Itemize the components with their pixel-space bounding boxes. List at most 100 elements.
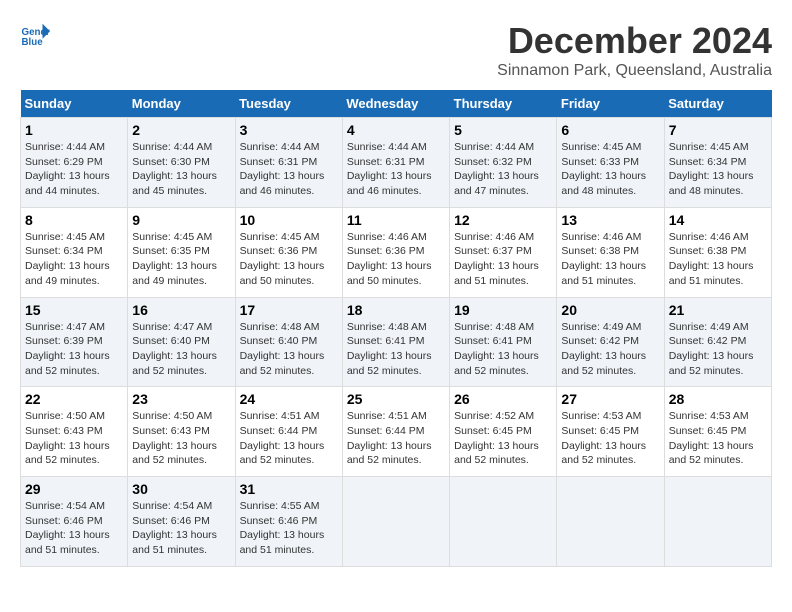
weekday-header-wednesday: Wednesday	[342, 90, 449, 118]
day-info: Sunrise: 4:44 AMSunset: 6:29 PMDaylight:…	[25, 140, 123, 199]
calendar-cell: 25 Sunrise: 4:51 AMSunset: 6:44 PMDaylig…	[342, 387, 449, 477]
calendar-cell: 29 Sunrise: 4:54 AMSunset: 6:46 PMDaylig…	[21, 477, 128, 567]
day-info: Sunrise: 4:47 AMSunset: 6:39 PMDaylight:…	[25, 320, 123, 379]
day-number: 17	[240, 302, 338, 318]
day-info: Sunrise: 4:51 AMSunset: 6:44 PMDaylight:…	[347, 409, 445, 468]
day-info: Sunrise: 4:51 AMSunset: 6:44 PMDaylight:…	[240, 409, 338, 468]
calendar-cell	[664, 477, 771, 567]
logo-icon: General Blue	[20, 20, 50, 50]
calendar-cell: 5 Sunrise: 4:44 AMSunset: 6:32 PMDayligh…	[450, 118, 557, 208]
calendar-cell: 28 Sunrise: 4:53 AMSunset: 6:45 PMDaylig…	[664, 387, 771, 477]
calendar-week-1: 1 Sunrise: 4:44 AMSunset: 6:29 PMDayligh…	[21, 118, 772, 208]
weekday-header-saturday: Saturday	[664, 90, 771, 118]
calendar-cell	[342, 477, 449, 567]
day-info: Sunrise: 4:45 AMSunset: 6:34 PMDaylight:…	[25, 230, 123, 289]
day-number: 20	[561, 302, 659, 318]
day-number: 16	[132, 302, 230, 318]
day-number: 24	[240, 391, 338, 407]
day-info: Sunrise: 4:46 AMSunset: 6:36 PMDaylight:…	[347, 230, 445, 289]
day-info: Sunrise: 4:45 AMSunset: 6:33 PMDaylight:…	[561, 140, 659, 199]
calendar-week-5: 29 Sunrise: 4:54 AMSunset: 6:46 PMDaylig…	[21, 477, 772, 567]
day-number: 18	[347, 302, 445, 318]
calendar-cell: 9 Sunrise: 4:45 AMSunset: 6:35 PMDayligh…	[128, 207, 235, 297]
day-number: 6	[561, 122, 659, 138]
day-info: Sunrise: 4:47 AMSunset: 6:40 PMDaylight:…	[132, 320, 230, 379]
calendar-cell: 12 Sunrise: 4:46 AMSunset: 6:37 PMDaylig…	[450, 207, 557, 297]
calendar-cell: 26 Sunrise: 4:52 AMSunset: 6:45 PMDaylig…	[450, 387, 557, 477]
calendar-cell: 15 Sunrise: 4:47 AMSunset: 6:39 PMDaylig…	[21, 297, 128, 387]
day-info: Sunrise: 4:50 AMSunset: 6:43 PMDaylight:…	[25, 409, 123, 468]
calendar-cell: 19 Sunrise: 4:48 AMSunset: 6:41 PMDaylig…	[450, 297, 557, 387]
weekday-header-thursday: Thursday	[450, 90, 557, 118]
calendar-cell: 31 Sunrise: 4:55 AMSunset: 6:46 PMDaylig…	[235, 477, 342, 567]
calendar-table: SundayMondayTuesdayWednesdayThursdayFrid…	[20, 90, 772, 567]
calendar-cell: 17 Sunrise: 4:48 AMSunset: 6:40 PMDaylig…	[235, 297, 342, 387]
day-number: 14	[669, 212, 767, 228]
day-info: Sunrise: 4:53 AMSunset: 6:45 PMDaylight:…	[669, 409, 767, 468]
day-number: 29	[25, 481, 123, 497]
calendar-cell: 27 Sunrise: 4:53 AMSunset: 6:45 PMDaylig…	[557, 387, 664, 477]
day-info: Sunrise: 4:44 AMSunset: 6:30 PMDaylight:…	[132, 140, 230, 199]
day-number: 13	[561, 212, 659, 228]
calendar-cell: 30 Sunrise: 4:54 AMSunset: 6:46 PMDaylig…	[128, 477, 235, 567]
day-number: 11	[347, 212, 445, 228]
calendar-cell	[557, 477, 664, 567]
calendar-cell: 2 Sunrise: 4:44 AMSunset: 6:30 PMDayligh…	[128, 118, 235, 208]
day-info: Sunrise: 4:45 AMSunset: 6:35 PMDaylight:…	[132, 230, 230, 289]
calendar-cell: 11 Sunrise: 4:46 AMSunset: 6:36 PMDaylig…	[342, 207, 449, 297]
day-number: 1	[25, 122, 123, 138]
calendar-cell: 10 Sunrise: 4:45 AMSunset: 6:36 PMDaylig…	[235, 207, 342, 297]
calendar-cell: 21 Sunrise: 4:49 AMSunset: 6:42 PMDaylig…	[664, 297, 771, 387]
weekday-header-tuesday: Tuesday	[235, 90, 342, 118]
calendar-cell: 24 Sunrise: 4:51 AMSunset: 6:44 PMDaylig…	[235, 387, 342, 477]
calendar-cell: 7 Sunrise: 4:45 AMSunset: 6:34 PMDayligh…	[664, 118, 771, 208]
calendar-cell: 1 Sunrise: 4:44 AMSunset: 6:29 PMDayligh…	[21, 118, 128, 208]
day-info: Sunrise: 4:44 AMSunset: 6:32 PMDaylight:…	[454, 140, 552, 199]
day-number: 8	[25, 212, 123, 228]
day-number: 4	[347, 122, 445, 138]
day-number: 19	[454, 302, 552, 318]
day-info: Sunrise: 4:48 AMSunset: 6:41 PMDaylight:…	[454, 320, 552, 379]
day-number: 30	[132, 481, 230, 497]
calendar-cell: 18 Sunrise: 4:48 AMSunset: 6:41 PMDaylig…	[342, 297, 449, 387]
day-info: Sunrise: 4:48 AMSunset: 6:40 PMDaylight:…	[240, 320, 338, 379]
day-info: Sunrise: 4:52 AMSunset: 6:45 PMDaylight:…	[454, 409, 552, 468]
calendar-cell: 23 Sunrise: 4:50 AMSunset: 6:43 PMDaylig…	[128, 387, 235, 477]
day-info: Sunrise: 4:48 AMSunset: 6:41 PMDaylight:…	[347, 320, 445, 379]
day-info: Sunrise: 4:46 AMSunset: 6:38 PMDaylight:…	[669, 230, 767, 289]
weekday-header-friday: Friday	[557, 90, 664, 118]
day-info: Sunrise: 4:55 AMSunset: 6:46 PMDaylight:…	[240, 499, 338, 558]
logo: General Blue	[20, 20, 50, 50]
day-info: Sunrise: 4:54 AMSunset: 6:46 PMDaylight:…	[25, 499, 123, 558]
day-info: Sunrise: 4:50 AMSunset: 6:43 PMDaylight:…	[132, 409, 230, 468]
day-number: 28	[669, 391, 767, 407]
day-number: 3	[240, 122, 338, 138]
day-info: Sunrise: 4:45 AMSunset: 6:36 PMDaylight:…	[240, 230, 338, 289]
day-info: Sunrise: 4:54 AMSunset: 6:46 PMDaylight:…	[132, 499, 230, 558]
calendar-cell: 14 Sunrise: 4:46 AMSunset: 6:38 PMDaylig…	[664, 207, 771, 297]
calendar-cell: 20 Sunrise: 4:49 AMSunset: 6:42 PMDaylig…	[557, 297, 664, 387]
day-number: 21	[669, 302, 767, 318]
location-subtitle: Sinnamon Park, Queensland, Australia	[497, 62, 772, 80]
day-number: 23	[132, 391, 230, 407]
day-info: Sunrise: 4:46 AMSunset: 6:37 PMDaylight:…	[454, 230, 552, 289]
day-number: 10	[240, 212, 338, 228]
day-number: 25	[347, 391, 445, 407]
calendar-cell: 6 Sunrise: 4:45 AMSunset: 6:33 PMDayligh…	[557, 118, 664, 208]
calendar-week-2: 8 Sunrise: 4:45 AMSunset: 6:34 PMDayligh…	[21, 207, 772, 297]
calendar-cell: 3 Sunrise: 4:44 AMSunset: 6:31 PMDayligh…	[235, 118, 342, 208]
calendar-cell: 8 Sunrise: 4:45 AMSunset: 6:34 PMDayligh…	[21, 207, 128, 297]
calendar-cell: 16 Sunrise: 4:47 AMSunset: 6:40 PMDaylig…	[128, 297, 235, 387]
title-block: December 2024 Sinnamon Park, Queensland,…	[497, 20, 772, 80]
day-number: 27	[561, 391, 659, 407]
calendar-cell: 13 Sunrise: 4:46 AMSunset: 6:38 PMDaylig…	[557, 207, 664, 297]
day-number: 26	[454, 391, 552, 407]
day-info: Sunrise: 4:49 AMSunset: 6:42 PMDaylight:…	[561, 320, 659, 379]
weekday-header-monday: Monday	[128, 90, 235, 118]
day-info: Sunrise: 4:44 AMSunset: 6:31 PMDaylight:…	[240, 140, 338, 199]
weekday-header-sunday: Sunday	[21, 90, 128, 118]
calendar-week-4: 22 Sunrise: 4:50 AMSunset: 6:43 PMDaylig…	[21, 387, 772, 477]
day-number: 9	[132, 212, 230, 228]
day-number: 12	[454, 212, 552, 228]
day-info: Sunrise: 4:44 AMSunset: 6:31 PMDaylight:…	[347, 140, 445, 199]
